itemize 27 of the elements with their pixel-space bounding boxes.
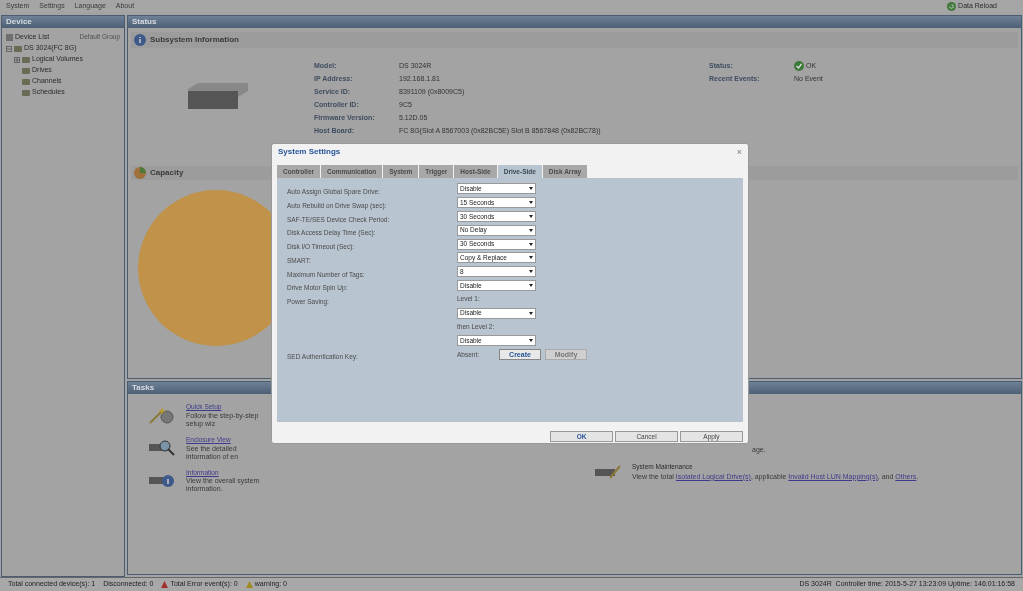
panel-title: Device — [2, 16, 124, 28]
magnifier-device-icon — [148, 437, 176, 458]
panel-title: Status — [128, 16, 1021, 28]
storage-device-icon — [188, 83, 248, 109]
dropdown-arrow-icon — [529, 215, 533, 218]
error-icon — [161, 581, 169, 588]
expand-icon[interactable] — [14, 56, 20, 63]
dropdown-arrow-icon — [529, 228, 533, 232]
subsystem-title: Subsystem Information — [150, 34, 239, 46]
dropdown-arrow-icon — [529, 256, 533, 260]
dropdown-arrow-icon — [529, 283, 533, 287]
collapse-icon[interactable] — [6, 45, 12, 52]
dropdown-arrow-icon — [529, 201, 533, 205]
check-icon — [794, 61, 804, 71]
dropdown-arrow-icon — [529, 187, 533, 191]
dropdown-arrow-icon — [529, 339, 533, 343]
dropdown-arrow-icon — [529, 242, 533, 246]
close-button[interactable]: × — [736, 147, 742, 157]
pie-icon — [134, 167, 146, 179]
dialog-title: System Settings — [278, 146, 341, 158]
reload-icon — [947, 1, 957, 11]
dropdown-arrow-icon — [529, 270, 533, 274]
list-icon — [6, 33, 13, 41]
info-icon — [134, 34, 146, 46]
dropdown-arrow-icon — [529, 311, 533, 315]
warning-icon — [245, 581, 253, 588]
capacity-title: Capacity — [150, 167, 184, 179]
